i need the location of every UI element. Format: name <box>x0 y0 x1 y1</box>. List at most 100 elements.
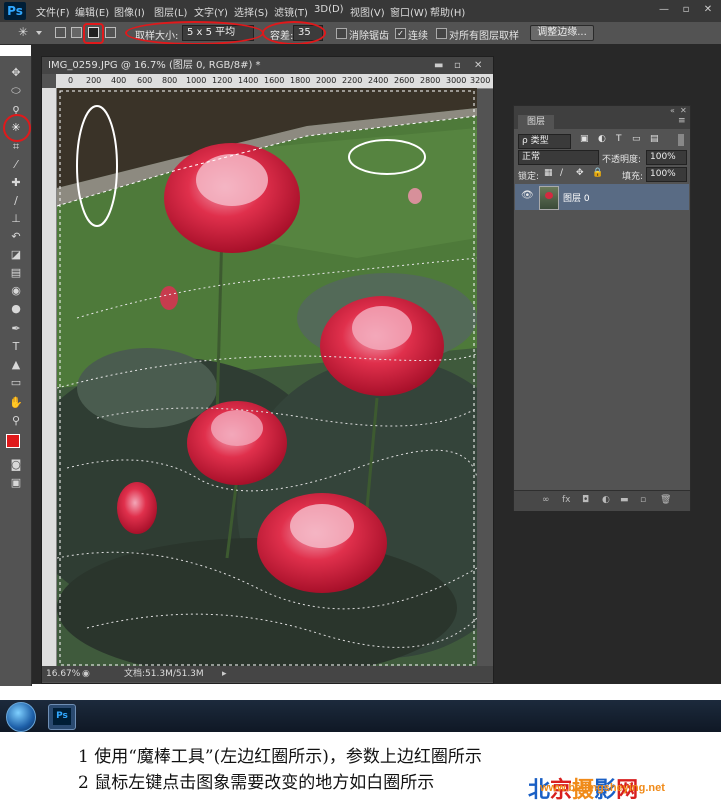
all-layers-checkbox[interactable] <box>436 28 447 39</box>
doc-minimize-icon[interactable]: ▬ <box>434 57 443 74</box>
menu-type[interactable]: 文字(Y) <box>194 4 228 19</box>
menu-3d[interactable]: 3D(D) <box>314 4 344 15</box>
lock-image-icon[interactable]: ∕ <box>560 168 563 178</box>
red-circle-annotation <box>262 21 326 45</box>
red-circle-annotation <box>125 21 264 45</box>
fill-input[interactable]: 100% <box>646 167 687 182</box>
ruler-tick: 0 <box>68 76 74 85</box>
marquee-tool-icon[interactable]: ⬭ <box>8 84 24 98</box>
menu-bar: Ps 文件(F) 编辑(E) 图像(I) 图层(L) 文字(Y) 选择(S) 滤… <box>0 0 721 22</box>
lock-transparent-icon[interactable]: ▦ <box>544 168 553 178</box>
menu-image[interactable]: 图像(I) <box>114 4 145 19</box>
link-icon[interactable]: ∞ <box>542 495 550 505</box>
eye-icon[interactable]: 👁 <box>521 190 534 201</box>
menu-help[interactable]: 帮助(H) <box>430 4 465 19</box>
trash-icon[interactable]: 🗑 <box>660 495 671 505</box>
menu-edit[interactable]: 编辑(E) <box>75 4 109 19</box>
filter-toggle[interactable] <box>678 134 684 146</box>
menu-window[interactable]: 窗口(W) <box>390 4 428 19</box>
opacity-input[interactable]: 100% <box>646 150 687 165</box>
restore-icon[interactable]: ▫ <box>678 4 694 16</box>
eraser-tool-icon[interactable]: ◪ <box>8 248 24 262</box>
fill-value: 100% <box>650 169 676 179</box>
group-icon[interactable]: ▬ <box>620 495 629 505</box>
document-tab[interactable]: IMG_0259.JPG @ 16.7% (图层 0, RGB/8#) * ▬ … <box>42 57 493 74</box>
quick-mask-icon[interactable]: ◙ <box>8 458 24 472</box>
blur-tool-icon[interactable]: ◉ <box>8 284 24 298</box>
menu-filter[interactable]: 滤镜(T) <box>274 4 308 19</box>
status-menu-arrow-icon[interactable]: ▸ <box>222 666 227 682</box>
add-selection-icon[interactable] <box>71 27 82 38</box>
type-tool-icon[interactable]: T <box>8 340 24 354</box>
pen-tool-icon[interactable]: ✒ <box>8 322 24 336</box>
gradient-tool-icon[interactable]: ▤ <box>8 266 24 280</box>
anti-alias-label: 消除锯齿 <box>349 31 389 42</box>
shape-tool-icon[interactable]: ▭ <box>8 376 24 390</box>
ruler-tick: 400 <box>111 76 127 85</box>
close-icon[interactable]: ✕ <box>700 4 716 16</box>
panel-collapse-icon[interactable]: « <box>670 106 675 115</box>
history-brush-icon[interactable]: ↶ <box>8 230 24 244</box>
horizontal-ruler: 0 200 400 600 800 1000 1200 1400 1600 18… <box>56 74 493 89</box>
filter-pixel-icon[interactable]: ▣ <box>580 134 589 144</box>
photoshop-logo: Ps <box>4 2 26 20</box>
ruler-tick: 2600 <box>394 76 415 85</box>
tab-layers[interactable]: 图层 <box>518 115 554 129</box>
mask-icon[interactable]: ◘ <box>582 495 589 505</box>
hand-tool-icon[interactable]: ✋ <box>8 396 24 410</box>
blend-mode-value: 正常 <box>522 152 541 162</box>
layer-filter-select[interactable]: ρ 类型 <box>518 134 571 149</box>
path-selection-icon[interactable]: ▲ <box>8 358 24 372</box>
menu-file[interactable]: 文件(F) <box>36 4 70 19</box>
dodge-tool-icon[interactable]: ● <box>8 302 24 316</box>
menu-view[interactable]: 视图(V) <box>350 4 385 19</box>
menu-select[interactable]: 选择(S) <box>234 4 268 19</box>
zoom-tool-icon[interactable]: ⚲ <box>8 414 24 428</box>
eyedropper-tool-icon[interactable]: ⁄ <box>8 158 24 172</box>
magic-wand-preset-icon[interactable]: ✳ <box>14 25 32 39</box>
panel-menu-icon[interactable]: ≡ <box>678 116 686 126</box>
vertical-ruler <box>42 88 57 666</box>
crop-tool-icon[interactable]: ⌗ <box>8 140 24 154</box>
filter-type-icon[interactable]: T <box>616 134 622 144</box>
doc-restore-icon[interactable]: ▫ <box>454 57 461 74</box>
brush-tool-icon[interactable]: ∕ <box>8 194 24 208</box>
move-tool-icon[interactable]: ✥ <box>8 66 24 80</box>
image-canvas[interactable] <box>57 88 477 668</box>
blend-mode-select[interactable]: 正常 <box>518 150 599 165</box>
photoshop-icon: Ps <box>53 708 71 725</box>
lock-position-icon[interactable]: ✥ <box>576 168 584 178</box>
contiguous-checkbox[interactable]: ✓ <box>395 28 406 39</box>
healing-brush-icon[interactable]: ✚ <box>8 176 24 190</box>
filter-shape-icon[interactable]: ▭ <box>632 134 641 144</box>
caption-line-1: 1 使用“魔棒工具”(左边红圈所示)，参数上边红圈所示 <box>78 747 482 767</box>
anti-alias-checkbox[interactable] <box>336 28 347 39</box>
foreground-color-swatch[interactable] <box>6 434 20 448</box>
filter-smart-object-icon[interactable]: ▤ <box>650 134 659 144</box>
taskbar-photoshop[interactable]: Ps <box>48 704 76 730</box>
minimize-icon[interactable]: — <box>656 4 672 16</box>
clone-stamp-icon[interactable]: ⊥ <box>8 212 24 226</box>
new-selection-icon[interactable] <box>55 27 66 38</box>
doc-close-icon[interactable]: ✕ <box>474 57 482 74</box>
all-layers-label: 对所有图层取样 <box>449 31 519 42</box>
refine-edge-button[interactable]: 调整边缘... <box>530 25 594 41</box>
status-info-icon[interactable]: ◉ <box>82 666 90 682</box>
panel-close-icon[interactable]: ✕ <box>680 106 687 115</box>
chevron-down-icon[interactable] <box>36 31 42 35</box>
layer-row[interactable]: 👁 图层 0 <box>515 184 689 210</box>
ruler-tick: 200 <box>86 76 102 85</box>
screen-mode-icon[interactable]: ▣ <box>8 476 24 490</box>
adjustment-icon[interactable]: ◐ <box>602 495 610 505</box>
intersect-selection-icon[interactable] <box>105 27 116 38</box>
new-layer-icon[interactable]: ▫ <box>640 495 646 505</box>
start-button[interactable] <box>6 702 36 732</box>
layer-thumbnail <box>539 186 559 210</box>
red-circle-annotation <box>3 114 31 142</box>
fx-icon[interactable]: fx <box>562 495 571 505</box>
lock-all-icon[interactable]: 🔒 <box>592 168 603 178</box>
menu-layer[interactable]: 图层(L) <box>154 4 187 19</box>
filter-adjustment-icon[interactable]: ◐ <box>598 134 606 144</box>
zoom-level[interactable]: 16.67% <box>46 666 80 682</box>
document-size: 文档:51.3M/51.3M <box>124 669 204 679</box>
